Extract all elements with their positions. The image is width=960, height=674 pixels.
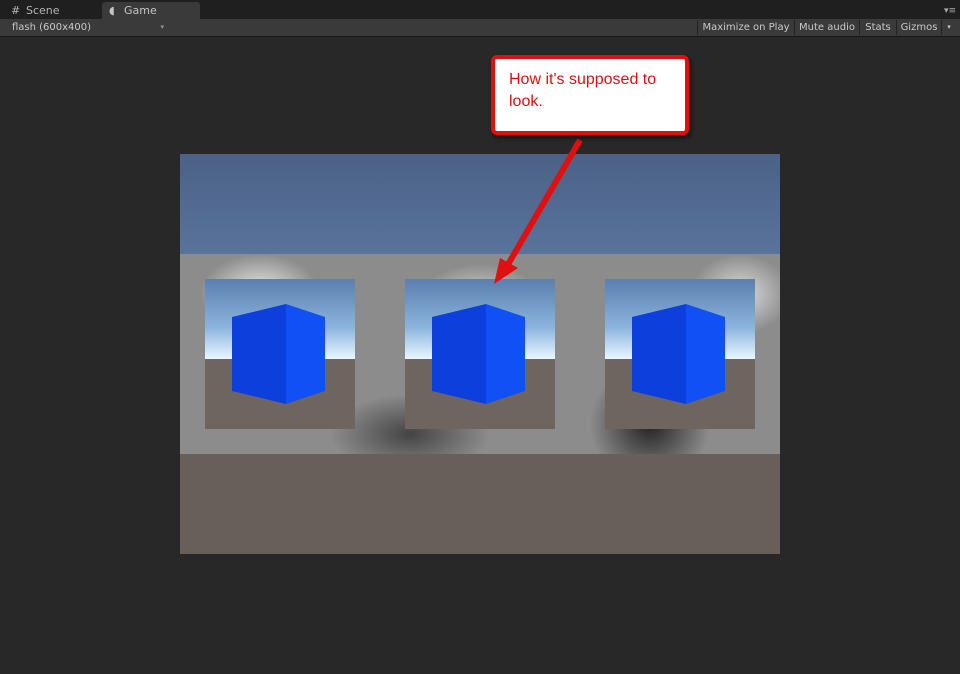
annotation-callout: How it's supposed to look. — [491, 55, 689, 135]
callout-arrow — [494, 138, 583, 284]
callout-text: How it's supposed to look. — [509, 71, 657, 110]
